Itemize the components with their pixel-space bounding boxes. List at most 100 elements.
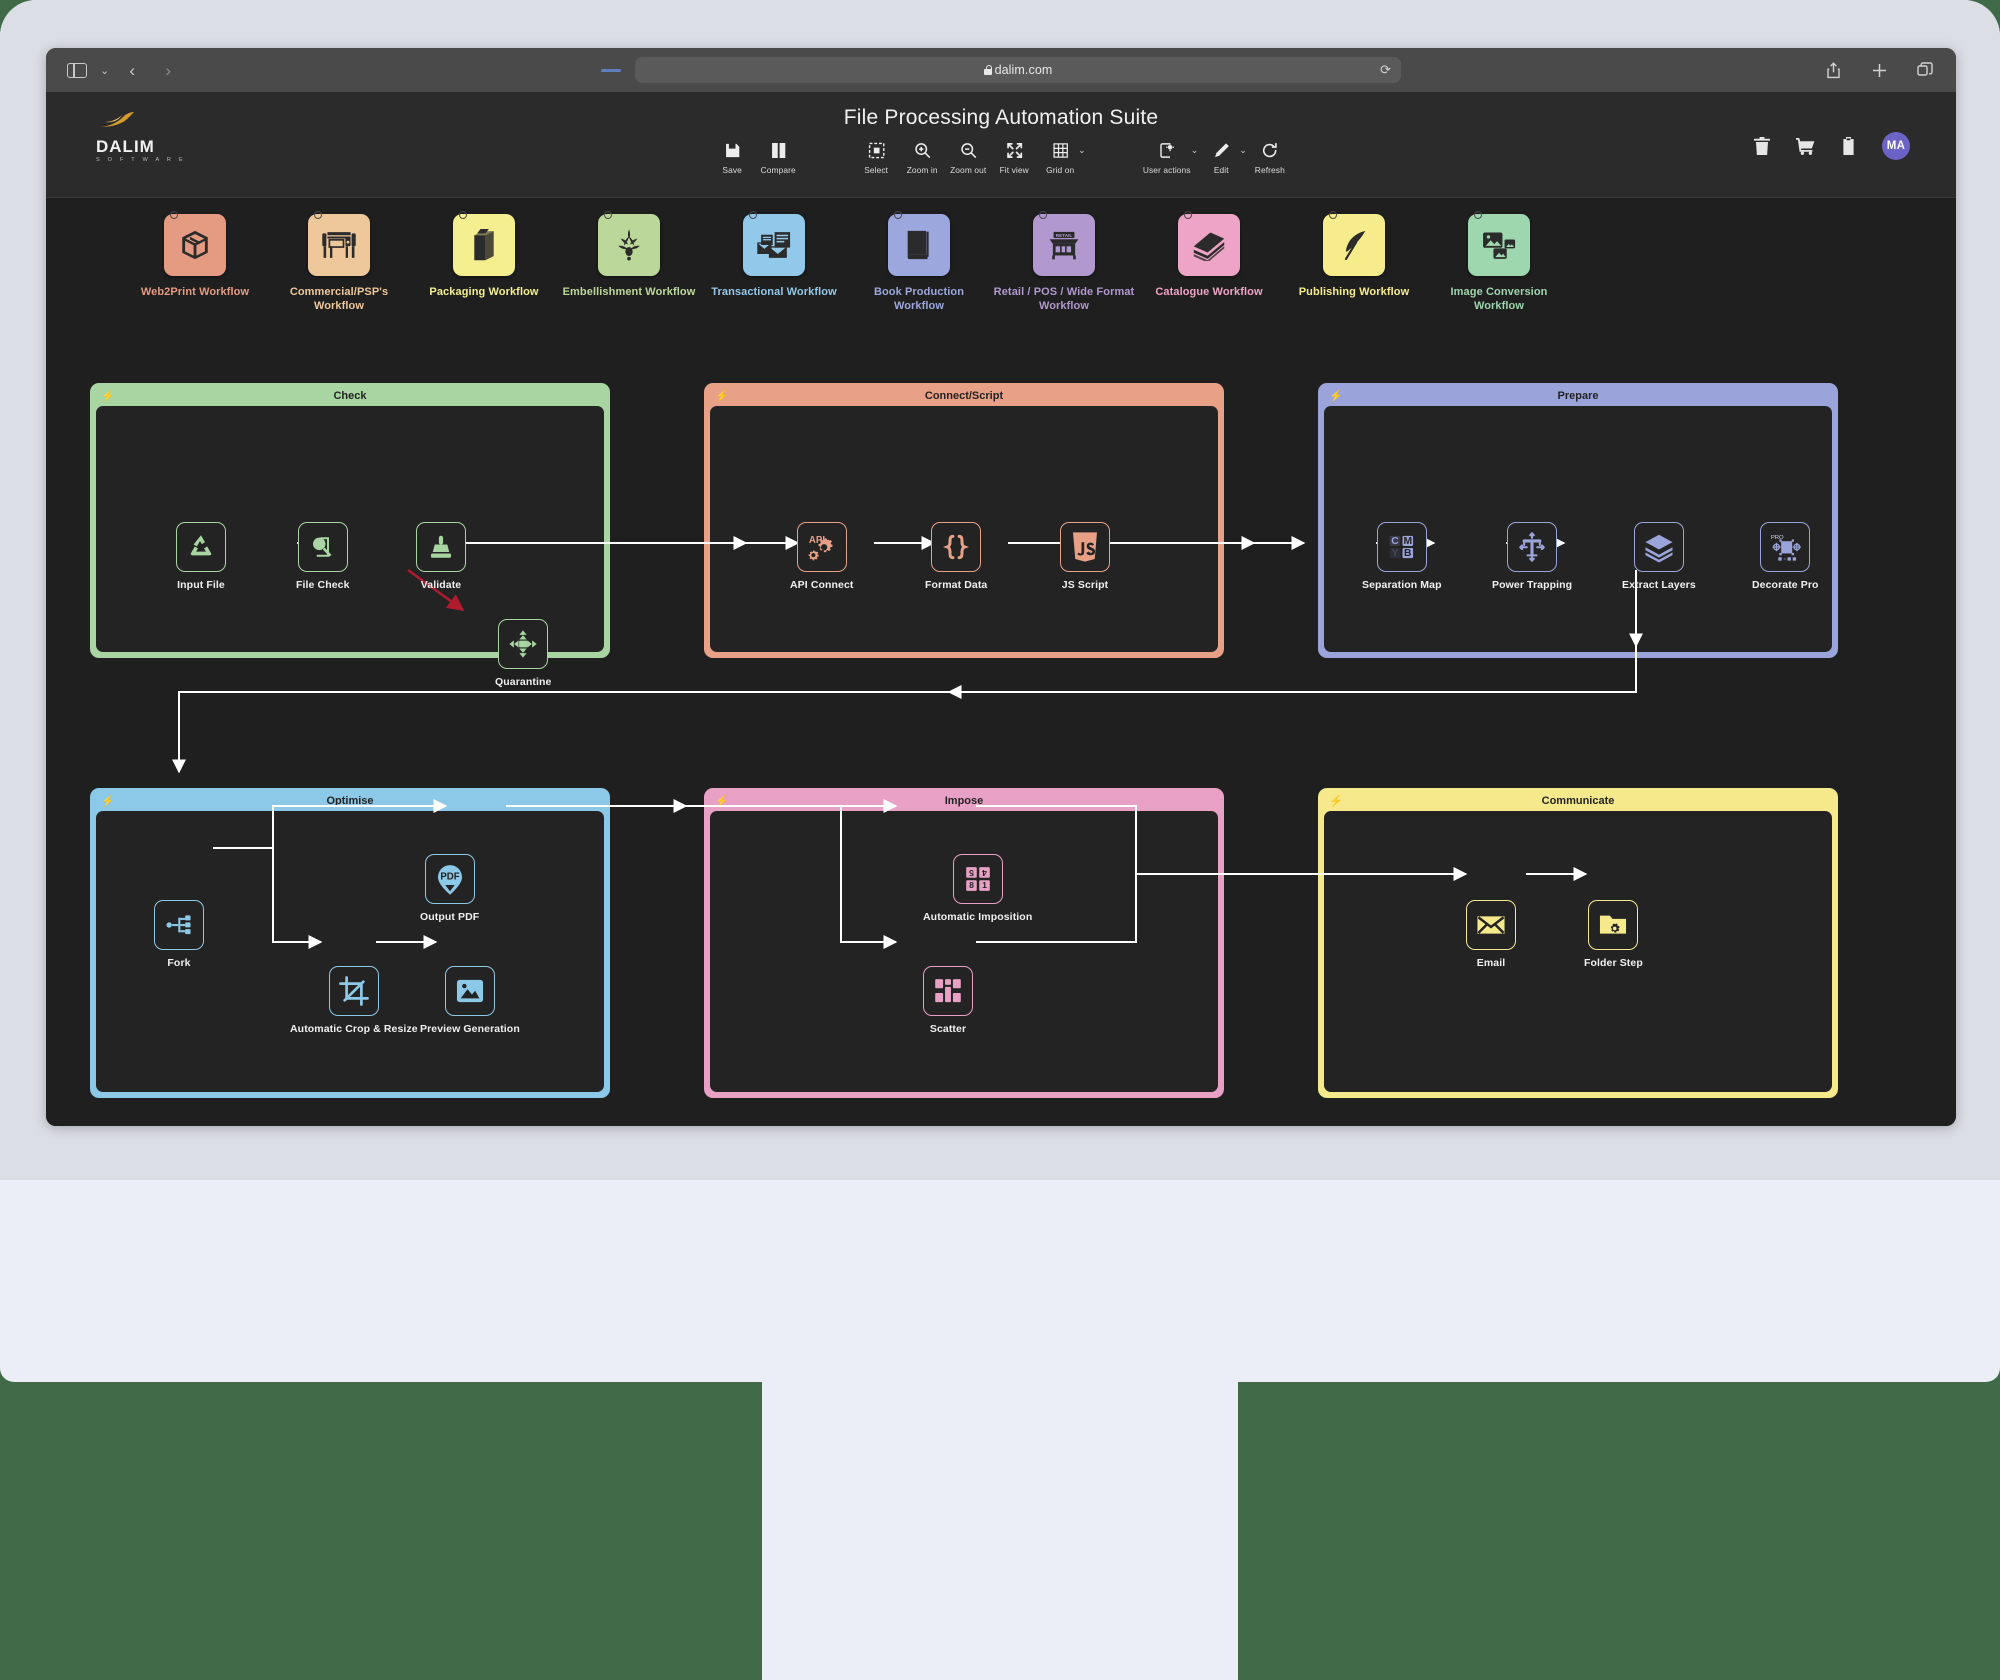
node-automatic-imposition[interactable]: 5 4 8 1 Automatic Imposition bbox=[923, 854, 1032, 923]
group-connect-script[interactable]: ⚡ Connect/Script API API Connect Format … bbox=[704, 383, 1224, 658]
workflow-label: Book Production Workflow bbox=[873, 286, 965, 313]
clipboard-icon[interactable] bbox=[1841, 137, 1856, 155]
imposition-icon: 5 4 8 1 bbox=[952, 854, 1003, 904]
svg-text:RETAIL: RETAIL bbox=[1056, 233, 1073, 238]
decorate-pro-icon: PRO bbox=[1760, 522, 1811, 572]
sidebar-dropdown-icon[interactable]: ⌄ bbox=[100, 64, 109, 77]
toolbar-grid-button[interactable]: Grid on bbox=[1037, 140, 1083, 175]
node-decorate-pro[interactable]: PRO Decorate Pro bbox=[1752, 522, 1819, 591]
node-input-file[interactable]: Input File bbox=[176, 522, 226, 591]
forward-button[interactable]: › bbox=[155, 57, 181, 83]
group-prepare[interactable]: ⚡ Prepare C M Y B Separation Map Power T… bbox=[1318, 383, 1838, 658]
layers-icon bbox=[1633, 522, 1684, 572]
lightning-icon: ⚡ bbox=[715, 390, 729, 403]
url-text: dalim.com bbox=[983, 63, 1053, 77]
address-bar[interactable]: dalim.com ⟳ bbox=[635, 57, 1401, 83]
node-api-connect[interactable]: API API Connect bbox=[790, 522, 854, 591]
toolbar-select-button[interactable]: Select bbox=[853, 140, 899, 175]
chevron-right-icon: › bbox=[165, 60, 172, 80]
workflow-transactional[interactable]: Transactional Workflow bbox=[699, 209, 849, 299]
monitor-stand bbox=[762, 1360, 1238, 1680]
toolbar-grid-control[interactable]: Grid on ⌄ bbox=[1037, 140, 1086, 175]
node-power-trapping[interactable]: Power Trapping bbox=[1492, 522, 1572, 591]
lightning-icon: ⚡ bbox=[101, 795, 115, 808]
workflow-book-production[interactable]: Book Production Workflow bbox=[844, 209, 994, 313]
node-file-check[interactable]: File Check bbox=[296, 522, 350, 591]
workflow-packaging[interactable]: Packaging Workflow bbox=[409, 209, 559, 299]
group-communicate[interactable]: ⚡ Communicate Email Folder Step bbox=[1318, 788, 1838, 1098]
workflow-retail-pos[interactable]: RETAIL Retail / POS / Wide Format Workfl… bbox=[989, 209, 1139, 313]
workflow-publishing[interactable]: Publishing Workflow bbox=[1279, 209, 1429, 299]
chevron-down-icon[interactable]: ⌄ bbox=[1191, 145, 1199, 156]
node-validate[interactable]: Validate bbox=[416, 522, 466, 591]
node-js-script[interactable]: JS Script bbox=[1060, 522, 1110, 591]
toolbar-edit-button[interactable]: Edit bbox=[1198, 140, 1244, 175]
toolbar-zoom-in-label: Zoom in bbox=[906, 165, 938, 175]
group-optimise[interactable]: ⚡ Optimise Fork PDF Output PDF Automatic… bbox=[90, 788, 610, 1098]
chevron-down-icon[interactable]: ⌄ bbox=[1078, 145, 1086, 156]
back-button[interactable]: ‹ bbox=[119, 57, 145, 83]
node-quarantine[interactable]: Quarantine bbox=[495, 619, 551, 688]
url-host: dalim.com bbox=[994, 63, 1053, 77]
workflow-label: Transactional Workflow bbox=[711, 286, 837, 298]
node-separation-map[interactable]: C M Y B Separation Map bbox=[1362, 522, 1442, 591]
workflow-commercial[interactable]: Commercial/PSP's Workflow bbox=[264, 209, 414, 313]
workflow-web2print[interactable]: Web2Print Workflow bbox=[120, 209, 270, 299]
chevron-down-icon[interactable]: ⌄ bbox=[1239, 145, 1247, 156]
node-label: JS Script bbox=[1061, 579, 1109, 591]
sidebar-toggle-icon[interactable] bbox=[64, 57, 90, 83]
quill-icon bbox=[1323, 209, 1385, 276]
node-fork[interactable]: Fork bbox=[154, 900, 204, 969]
toolbar-save-button[interactable]: Save bbox=[709, 140, 755, 175]
workflow-label: Embellishment Workflow bbox=[562, 286, 696, 298]
tab-overview-icon[interactable] bbox=[1912, 57, 1938, 83]
reload-icon[interactable]: ⟳ bbox=[1380, 62, 1391, 78]
toolbar-group-view: Select Zoom in Zoom out Fit view Grid on… bbox=[853, 140, 1086, 175]
node-folder-step[interactable]: Folder Step bbox=[1584, 900, 1643, 969]
workflow-image-conversion[interactable]: Image Conversion Workflow bbox=[1424, 209, 1574, 313]
svg-text:Y: Y bbox=[1391, 548, 1398, 559]
toolbar-zoom-in-button[interactable]: Zoom in bbox=[899, 140, 945, 175]
share-icon[interactable] bbox=[1820, 57, 1846, 83]
trash-icon[interactable] bbox=[1754, 137, 1770, 155]
workflow-canvas[interactable]: Web2Print Workflow Commercial/PSP's Work… bbox=[46, 198, 1956, 1126]
node-label: File Check bbox=[296, 579, 350, 591]
toolbar-zoom-out-button[interactable]: Zoom out bbox=[945, 140, 991, 175]
node-email[interactable]: Email bbox=[1466, 900, 1516, 969]
toolbar-fit-view-button[interactable]: Fit view bbox=[991, 140, 1037, 175]
toolbar-zoom-out-label: Zoom out bbox=[950, 165, 987, 175]
node-label: Email bbox=[1476, 957, 1506, 969]
press-icon bbox=[308, 209, 370, 276]
toolbar-user-actions-button[interactable]: User actions bbox=[1138, 140, 1196, 175]
pencil-icon bbox=[1213, 140, 1230, 160]
toolbar-compare-button[interactable]: Compare bbox=[755, 140, 801, 175]
group-impose[interactable]: ⚡ Impose 5 4 8 1 Automatic Imposition Sc… bbox=[704, 788, 1224, 1098]
workflow-label: Image Conversion Workflow bbox=[1450, 286, 1548, 313]
toolbar-refresh-button[interactable]: Refresh bbox=[1247, 140, 1293, 175]
node-output-pdf[interactable]: PDF Output PDF bbox=[420, 854, 479, 923]
avatar[interactable]: MA bbox=[1882, 132, 1910, 160]
cart-icon[interactable] bbox=[1796, 137, 1815, 155]
node-preview-generation[interactable]: Preview Generation bbox=[420, 966, 520, 1035]
node-format-data[interactable]: Format Data bbox=[925, 522, 987, 591]
workflow-embellishment[interactable]: Embellishment Workflow bbox=[554, 209, 704, 299]
monitor-body: ⌄ ‹ › dalim.com ⟳ DALIM S O F T W A R E … bbox=[0, 0, 2000, 1382]
toolbar-edit-control[interactable]: Edit ⌄ bbox=[1198, 140, 1247, 175]
trapping-icon bbox=[1507, 522, 1558, 572]
group-check[interactable]: ⚡ Check Input File File Check Validate Q… bbox=[90, 383, 610, 688]
stamp-icon bbox=[416, 522, 466, 572]
node-automatic-crop-resize[interactable]: Automatic Crop & Resize bbox=[290, 966, 418, 1035]
toolbar-group-actions: User actions ⌄ Edit ⌄ Refresh bbox=[1138, 140, 1293, 175]
node-scatter[interactable]: Scatter bbox=[923, 966, 973, 1035]
user-actions-icon bbox=[1158, 140, 1175, 160]
node-label: Scatter bbox=[929, 1023, 967, 1035]
new-tab-icon[interactable] bbox=[1866, 57, 1892, 83]
zoom-in-icon bbox=[914, 140, 931, 160]
browser-window: ⌄ ‹ › dalim.com ⟳ DALIM S O F T W A R E … bbox=[46, 48, 1956, 1126]
browser-toolbar: ⌄ ‹ › dalim.com ⟳ bbox=[46, 48, 1956, 92]
toolbar-user-actions-control[interactable]: User actions ⌄ bbox=[1138, 140, 1199, 175]
pdf-icon: PDF bbox=[424, 854, 475, 904]
node-extract-layers[interactable]: Extract Layers bbox=[1622, 522, 1696, 591]
workflow-catalogue[interactable]: Catalogue Workflow bbox=[1134, 209, 1284, 299]
braces-icon bbox=[931, 522, 982, 572]
